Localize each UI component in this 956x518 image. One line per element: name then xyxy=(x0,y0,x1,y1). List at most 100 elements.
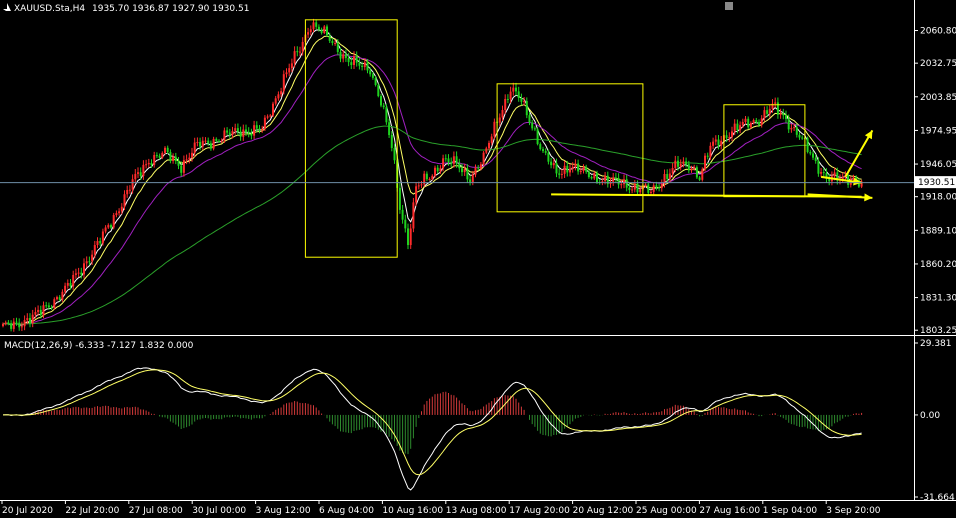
candle xyxy=(650,189,652,195)
candle xyxy=(712,137,715,150)
candle xyxy=(131,174,134,194)
candle xyxy=(720,136,723,150)
candle xyxy=(434,165,436,178)
candle xyxy=(382,102,385,110)
indicator-menu-icon[interactable] xyxy=(725,2,733,10)
candle xyxy=(404,214,407,233)
candle xyxy=(428,177,431,181)
candle xyxy=(312,18,315,33)
candle xyxy=(137,167,139,178)
macd-label: MACD(12,26,9) -6.333 -7.127 1.832 0.000 xyxy=(4,341,194,351)
candle xyxy=(452,151,455,168)
price-tick-label: 1889.10 xyxy=(920,226,956,236)
price-chart[interactable]: 2060.80 2032.75 2003.85 1974.95 1946.05 1930.… xyxy=(0,0,956,518)
candle xyxy=(768,104,771,118)
candle xyxy=(577,159,580,175)
candle xyxy=(469,175,472,186)
candle xyxy=(88,256,91,266)
candle xyxy=(728,132,731,143)
chart-type-icon[interactable] xyxy=(3,3,11,11)
price-tick-label: 1918.00 xyxy=(920,193,956,203)
candle xyxy=(812,150,814,160)
time-tick-label: 20 Aug 12:00 xyxy=(573,506,634,516)
candle xyxy=(539,142,542,151)
candle xyxy=(155,152,158,159)
candle xyxy=(550,157,553,169)
time-tick-label: 27 Jul 08:00 xyxy=(129,506,183,516)
price-tick-label: 1860.20 xyxy=(920,260,956,270)
annotation-arrow[interactable] xyxy=(844,129,874,178)
candle xyxy=(393,143,396,164)
candle xyxy=(112,212,115,230)
candle xyxy=(104,225,107,234)
candle xyxy=(617,173,620,189)
candle xyxy=(277,91,280,101)
macd-tick-label: 0.00 xyxy=(920,411,940,421)
candle xyxy=(698,175,701,182)
candle xyxy=(196,137,199,147)
candle xyxy=(66,279,69,289)
candle xyxy=(201,136,204,150)
candle xyxy=(261,125,264,133)
candle xyxy=(315,19,318,30)
candle xyxy=(520,93,523,106)
time-tick-label: 22 Jul 20:00 xyxy=(65,506,119,516)
candle xyxy=(806,136,809,154)
candle xyxy=(398,183,401,214)
candle xyxy=(739,121,742,134)
candle xyxy=(860,179,863,189)
candle xyxy=(801,135,804,140)
candle xyxy=(169,149,172,164)
candle xyxy=(2,322,4,328)
current-price-label: 1930.51 xyxy=(918,178,955,188)
candle xyxy=(450,157,453,168)
candle xyxy=(134,169,137,184)
candle xyxy=(77,267,80,278)
candle xyxy=(288,63,291,77)
candle xyxy=(714,135,717,146)
annotation-box[interactable] xyxy=(496,83,644,213)
candle xyxy=(126,185,129,198)
candle xyxy=(485,146,488,155)
candle xyxy=(247,127,250,138)
price-tick-label: 1803.25 xyxy=(920,326,956,336)
candle xyxy=(29,313,31,328)
candle xyxy=(482,151,485,166)
candle xyxy=(377,83,380,98)
candle xyxy=(774,97,777,108)
annotation-box[interactable] xyxy=(304,19,398,258)
candle xyxy=(582,164,585,174)
candle xyxy=(528,111,531,126)
candle xyxy=(407,223,409,250)
macd-pane[interactable]: 29.381 0.00 -31.664 xyxy=(2,339,955,503)
candle xyxy=(776,97,779,119)
candle xyxy=(272,101,274,118)
candle xyxy=(598,179,601,185)
candle xyxy=(101,228,104,246)
candle xyxy=(285,68,288,78)
moving-average-long xyxy=(3,125,862,325)
candle xyxy=(388,118,391,138)
candle xyxy=(172,153,175,164)
candle xyxy=(779,108,782,119)
candle xyxy=(685,157,688,168)
candle xyxy=(606,171,609,188)
candle xyxy=(798,132,801,140)
candle xyxy=(56,295,58,301)
candle xyxy=(153,151,156,168)
candle xyxy=(585,164,588,174)
candle xyxy=(409,223,412,249)
price-tick-label: 2032.75 xyxy=(920,59,956,69)
candle xyxy=(355,51,358,67)
candle xyxy=(128,185,131,194)
candle xyxy=(250,128,253,140)
candle xyxy=(474,164,477,178)
candle xyxy=(331,37,334,46)
candle xyxy=(107,223,110,229)
candle xyxy=(390,131,393,152)
candle xyxy=(488,140,490,151)
candle xyxy=(679,159,682,171)
time-tick-label: 17 Aug 20:00 xyxy=(509,506,570,516)
candle xyxy=(504,94,507,114)
candle xyxy=(633,180,636,193)
